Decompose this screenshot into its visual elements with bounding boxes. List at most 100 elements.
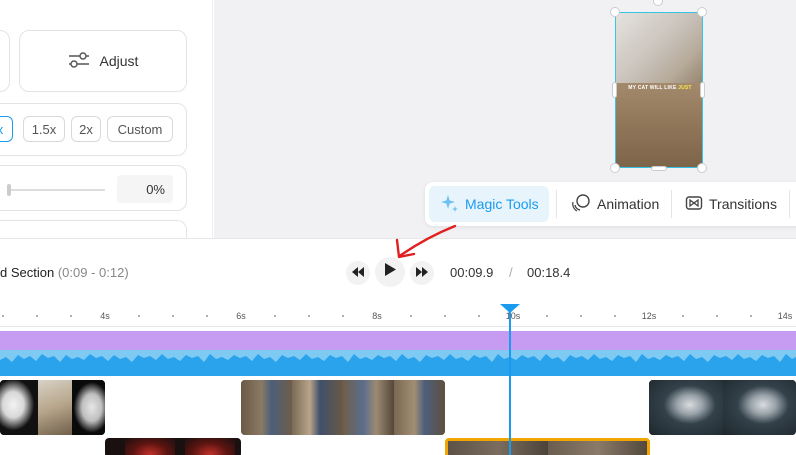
time-separator: /: [509, 265, 513, 280]
slider-track[interactable]: [7, 189, 105, 191]
ruler-label: 6s: [236, 311, 246, 321]
magic-tools-label: Magic Tools: [465, 196, 539, 212]
panel-card-partial: [0, 220, 187, 238]
properties-panel: Adjust x 1.5x 2x Custom 0%: [0, 0, 213, 238]
cat-image: [616, 13, 702, 93]
toolbar-divider: [556, 190, 557, 218]
toolbar-divider: [789, 190, 790, 218]
section-title: d Section (0:09 - 0:12): [0, 265, 129, 280]
ruler-tick: [716, 315, 718, 317]
rewind-button[interactable]: [346, 261, 370, 285]
speed-option-custom[interactable]: Custom: [107, 116, 173, 142]
clip-thumbnail: [292, 380, 343, 435]
clip-thumbnail: [394, 380, 445, 435]
tools-bar: Magic Tools Animation Transitions: [425, 182, 796, 226]
animation-button[interactable]: Animation: [561, 186, 669, 222]
clip-thumbnail: [448, 441, 548, 455]
rewind-icon: [352, 264, 364, 282]
slider-card: 0%: [0, 165, 187, 211]
playhead-line[interactable]: [509, 310, 511, 455]
transitions-icon: [685, 194, 703, 215]
ruler-tick: [206, 315, 208, 317]
video-caption: MY CAT WILL LIKE JUST: [616, 85, 702, 91]
resize-handle-bottom-right[interactable]: [697, 163, 707, 173]
ruler-tick: [614, 315, 616, 317]
slider-handle[interactable]: [7, 184, 11, 196]
video-clip[interactable]: [105, 438, 241, 455]
video-clip[interactable]: [649, 380, 796, 435]
ruler-tick: [682, 315, 684, 317]
ruler-label: 4s: [100, 311, 110, 321]
resize-handle-bottom[interactable]: [651, 166, 667, 171]
ruler-label: 12s: [641, 311, 657, 321]
total-duration: 00:18.4: [527, 265, 571, 280]
audio-waveform: [0, 354, 796, 376]
clip-thumbnail: [723, 380, 796, 435]
ruler-tick: [444, 315, 446, 317]
ruler-tick: [308, 315, 310, 317]
current-time: 00:09.9: [450, 265, 494, 280]
animation-label: Animation: [597, 196, 660, 212]
resize-handle-bottom-left[interactable]: [610, 163, 620, 173]
clip-thumbnail: [343, 380, 394, 435]
ruler-label: 14s: [777, 311, 793, 321]
selected-video-clip[interactable]: [445, 438, 650, 455]
resize-handle-right[interactable]: [700, 82, 705, 98]
speed-option-1x[interactable]: x: [0, 116, 13, 142]
adjust-button[interactable]: Adjust: [19, 30, 187, 92]
caption-mid: KE: [669, 85, 677, 91]
video-clip[interactable]: [241, 380, 445, 435]
timeline-header: d Section (0:09 - 0:12) 00:09.9 / 00:18.…: [0, 238, 796, 300]
ruler-tick: [36, 315, 38, 317]
video-preview-frame[interactable]: MY CAT WILL LIKE JUST: [615, 12, 703, 168]
clip-thumbnail: [0, 380, 38, 435]
clip-thumbnail: [649, 380, 723, 435]
ruler-tick: [580, 315, 582, 317]
resize-handle-left[interactable]: [612, 82, 617, 98]
transitions-button[interactable]: Transitions: [675, 186, 787, 222]
resize-handle-top-left[interactable]: [610, 7, 620, 17]
clip-thumbnail: [241, 380, 292, 435]
adjust-label: Adjust: [99, 53, 139, 69]
video-clip[interactable]: [0, 380, 105, 435]
slider-value-input[interactable]: 0%: [117, 175, 173, 203]
speed-options-card: x 1.5x 2x Custom: [0, 103, 187, 156]
ruler-label: 8s: [372, 311, 382, 321]
caption-main: MY CAT WILL LI: [628, 85, 670, 91]
resize-handle-top-right[interactable]: [697, 7, 707, 17]
ruler-tick: [274, 315, 276, 317]
clip-thumbnail: [125, 438, 175, 455]
ruler-tick: [70, 315, 72, 317]
fast-forward-button[interactable]: [410, 261, 434, 285]
clip-thumbnail: [185, 438, 235, 455]
animation-icon: [571, 193, 591, 216]
ruler-tick: [138, 315, 140, 317]
ruler-tick: [342, 315, 344, 317]
playhead-handle[interactable]: [500, 304, 520, 313]
ruler-tick: [2, 315, 4, 317]
play-button[interactable]: [375, 257, 405, 287]
play-icon: [384, 263, 396, 281]
caption-highlight: JUST: [678, 85, 692, 91]
panel-card-stub[interactable]: [0, 30, 10, 92]
speed-option-2x[interactable]: 2x: [71, 116, 101, 142]
section-name: d Section: [0, 265, 55, 280]
toolbar-divider: [671, 190, 672, 218]
ruler-tick: [410, 315, 412, 317]
clip-thumbnail: [548, 441, 647, 455]
magic-tools-button[interactable]: Magic Tools: [429, 186, 549, 222]
ruler-tick: [750, 315, 752, 317]
transitions-label: Transitions: [709, 196, 777, 212]
ruler-tick: [172, 315, 174, 317]
speed-option-1-5x[interactable]: 1.5x: [23, 116, 65, 142]
ruler-tick: [478, 315, 480, 317]
fast-forward-icon: [416, 264, 428, 282]
sparkle-icon: [439, 193, 459, 216]
audio-track[interactable]: [0, 350, 796, 376]
ruler-tick: [546, 315, 548, 317]
floor-image: [616, 83, 702, 167]
clip-thumbnail: [72, 380, 105, 435]
clip-thumbnail: [38, 380, 72, 435]
overlay-track[interactable]: [0, 331, 796, 350]
timeline-ruler[interactable]: 4s 6s 8s 10s 12s 14s: [0, 303, 796, 327]
